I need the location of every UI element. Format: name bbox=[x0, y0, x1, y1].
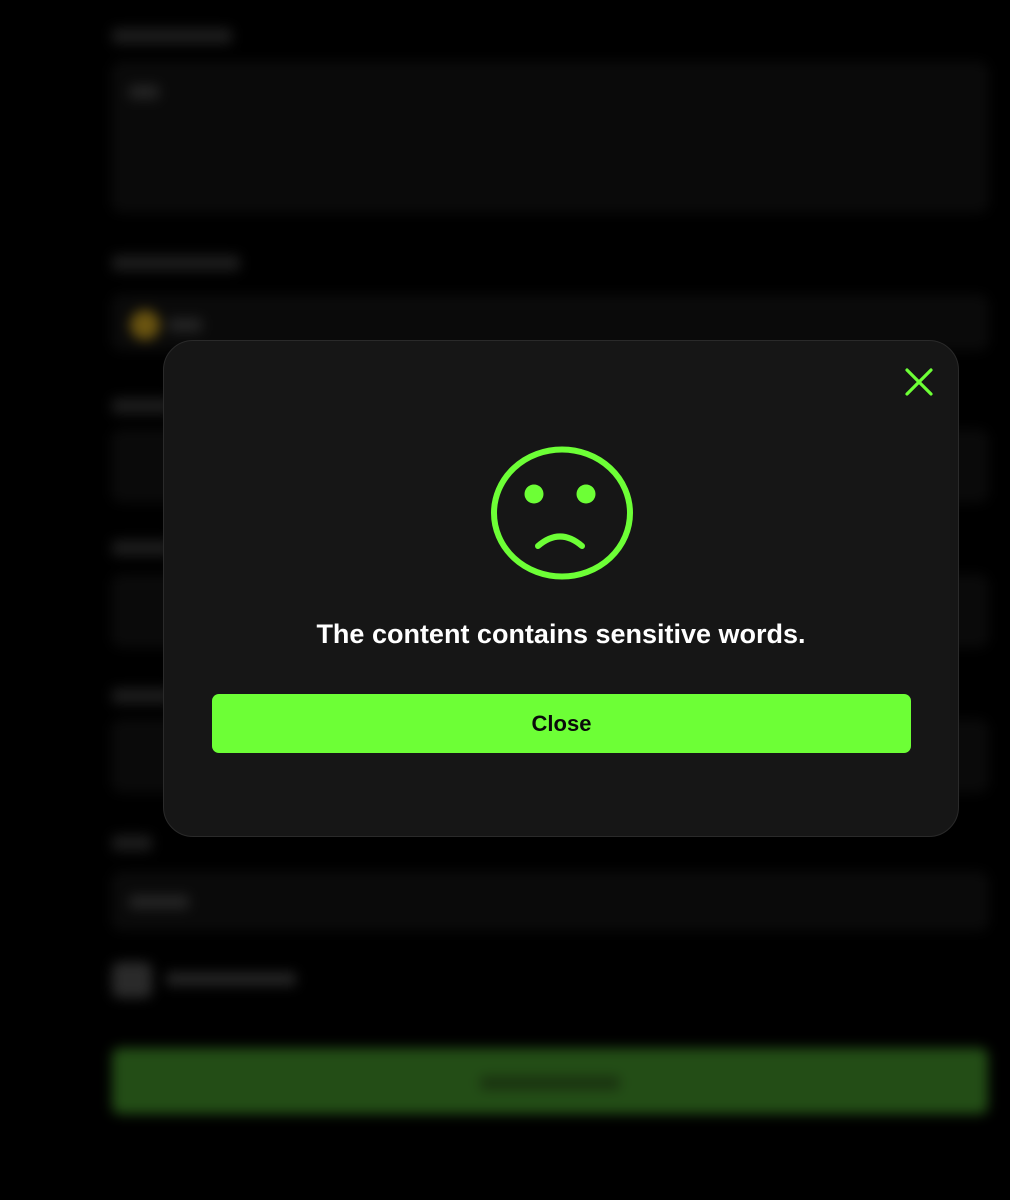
bg-submit-label bbox=[480, 1076, 620, 1090]
bg-checkbox-label bbox=[166, 972, 296, 986]
sad-face-icon bbox=[489, 444, 635, 582]
bg-select-value bbox=[129, 895, 189, 909]
bg-checkbox bbox=[112, 962, 152, 998]
bg-coin-icon bbox=[130, 310, 160, 340]
close-button[interactable]: Close bbox=[212, 694, 911, 753]
bg-field-label bbox=[112, 255, 240, 271]
bg-select-field bbox=[112, 872, 988, 930]
bg-textarea-content bbox=[129, 85, 159, 99]
alert-modal: The content contains sensitive words. Cl… bbox=[163, 340, 959, 837]
alert-message: The content contains sensitive words. bbox=[316, 619, 806, 649]
bg-textarea bbox=[112, 62, 988, 212]
bg-select-value bbox=[168, 318, 202, 332]
bg-field-label bbox=[112, 835, 152, 851]
close-icon[interactable] bbox=[901, 364, 937, 400]
bg-field-label bbox=[112, 28, 232, 44]
page: The content contains sensitive words. Cl… bbox=[0, 0, 1010, 1200]
